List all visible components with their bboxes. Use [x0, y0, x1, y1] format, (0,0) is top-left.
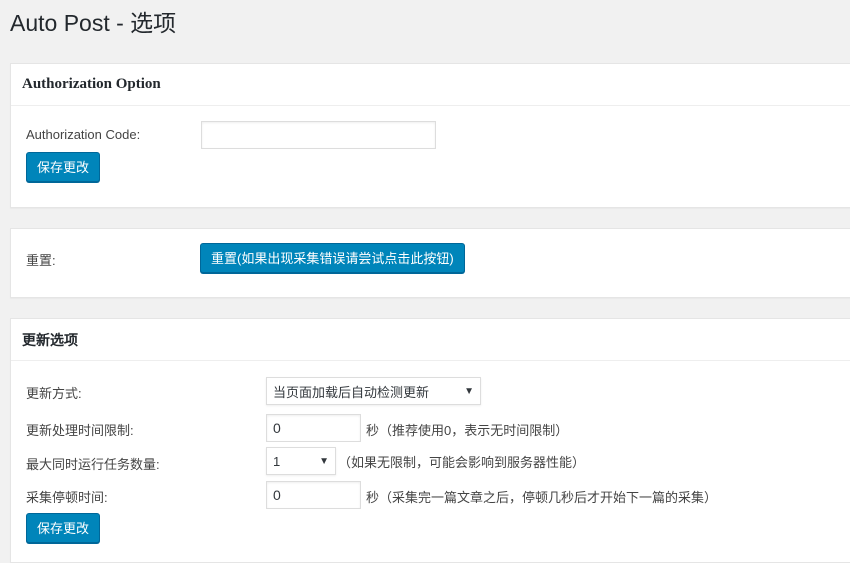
reset-label: 重置:: [26, 253, 56, 268]
reset-panel: 重置: 重置(如果出现采集错误请尝试点击此按钮): [10, 228, 850, 298]
reset-button[interactable]: 重置(如果出现采集错误请尝试点击此按钮): [200, 243, 465, 273]
time-limit-input[interactable]: [266, 414, 361, 442]
authorization-code-label: Authorization Code:: [26, 127, 141, 142]
pause-time-label: 采集停顿时间:: [26, 490, 108, 505]
max-tasks-select[interactable]: 1 ▼: [266, 447, 336, 475]
chevron-down-icon: ▼: [464, 385, 474, 397]
time-limit-label: 更新处理时间限制:: [26, 423, 134, 438]
time-limit-hint: 秒（推荐使用0，表示无时间限制）: [366, 423, 569, 438]
authorization-save-button[interactable]: 保存更改: [26, 152, 101, 182]
update-save-button[interactable]: 保存更改: [26, 513, 101, 543]
update-options-panel: 更新选项 更新方式: 当页面加载后自动检测更新 ▼ 更新处理时间限制: 秒（推荐…: [10, 318, 850, 563]
update-method-value: 当页面加载后自动检测更新: [273, 384, 430, 400]
update-method-select[interactable]: 当页面加载后自动检测更新 ▼: [266, 377, 481, 405]
max-tasks-value: 1: [273, 453, 281, 469]
update-options-heading: 更新选项: [11, 319, 850, 361]
max-tasks-label: 最大同时运行任务数量:: [26, 457, 160, 472]
max-tasks-hint: （如果无限制，可能会影响到服务器性能）: [338, 455, 586, 470]
authorization-code-input[interactable]: [201, 121, 436, 149]
pause-time-input[interactable]: [266, 481, 361, 509]
authorization-panel: Authorization Option Authorization Code:…: [10, 63, 850, 208]
pause-time-hint: 秒（采集完一篇文章之后，停顿几秒后才开始下一篇的采集）: [366, 490, 718, 505]
authorization-heading: Authorization Option: [11, 64, 850, 106]
update-method-label: 更新方式:: [26, 386, 82, 401]
page-title: Auto Post - 选项: [10, 10, 177, 36]
chevron-down-icon: ▼: [319, 455, 329, 467]
